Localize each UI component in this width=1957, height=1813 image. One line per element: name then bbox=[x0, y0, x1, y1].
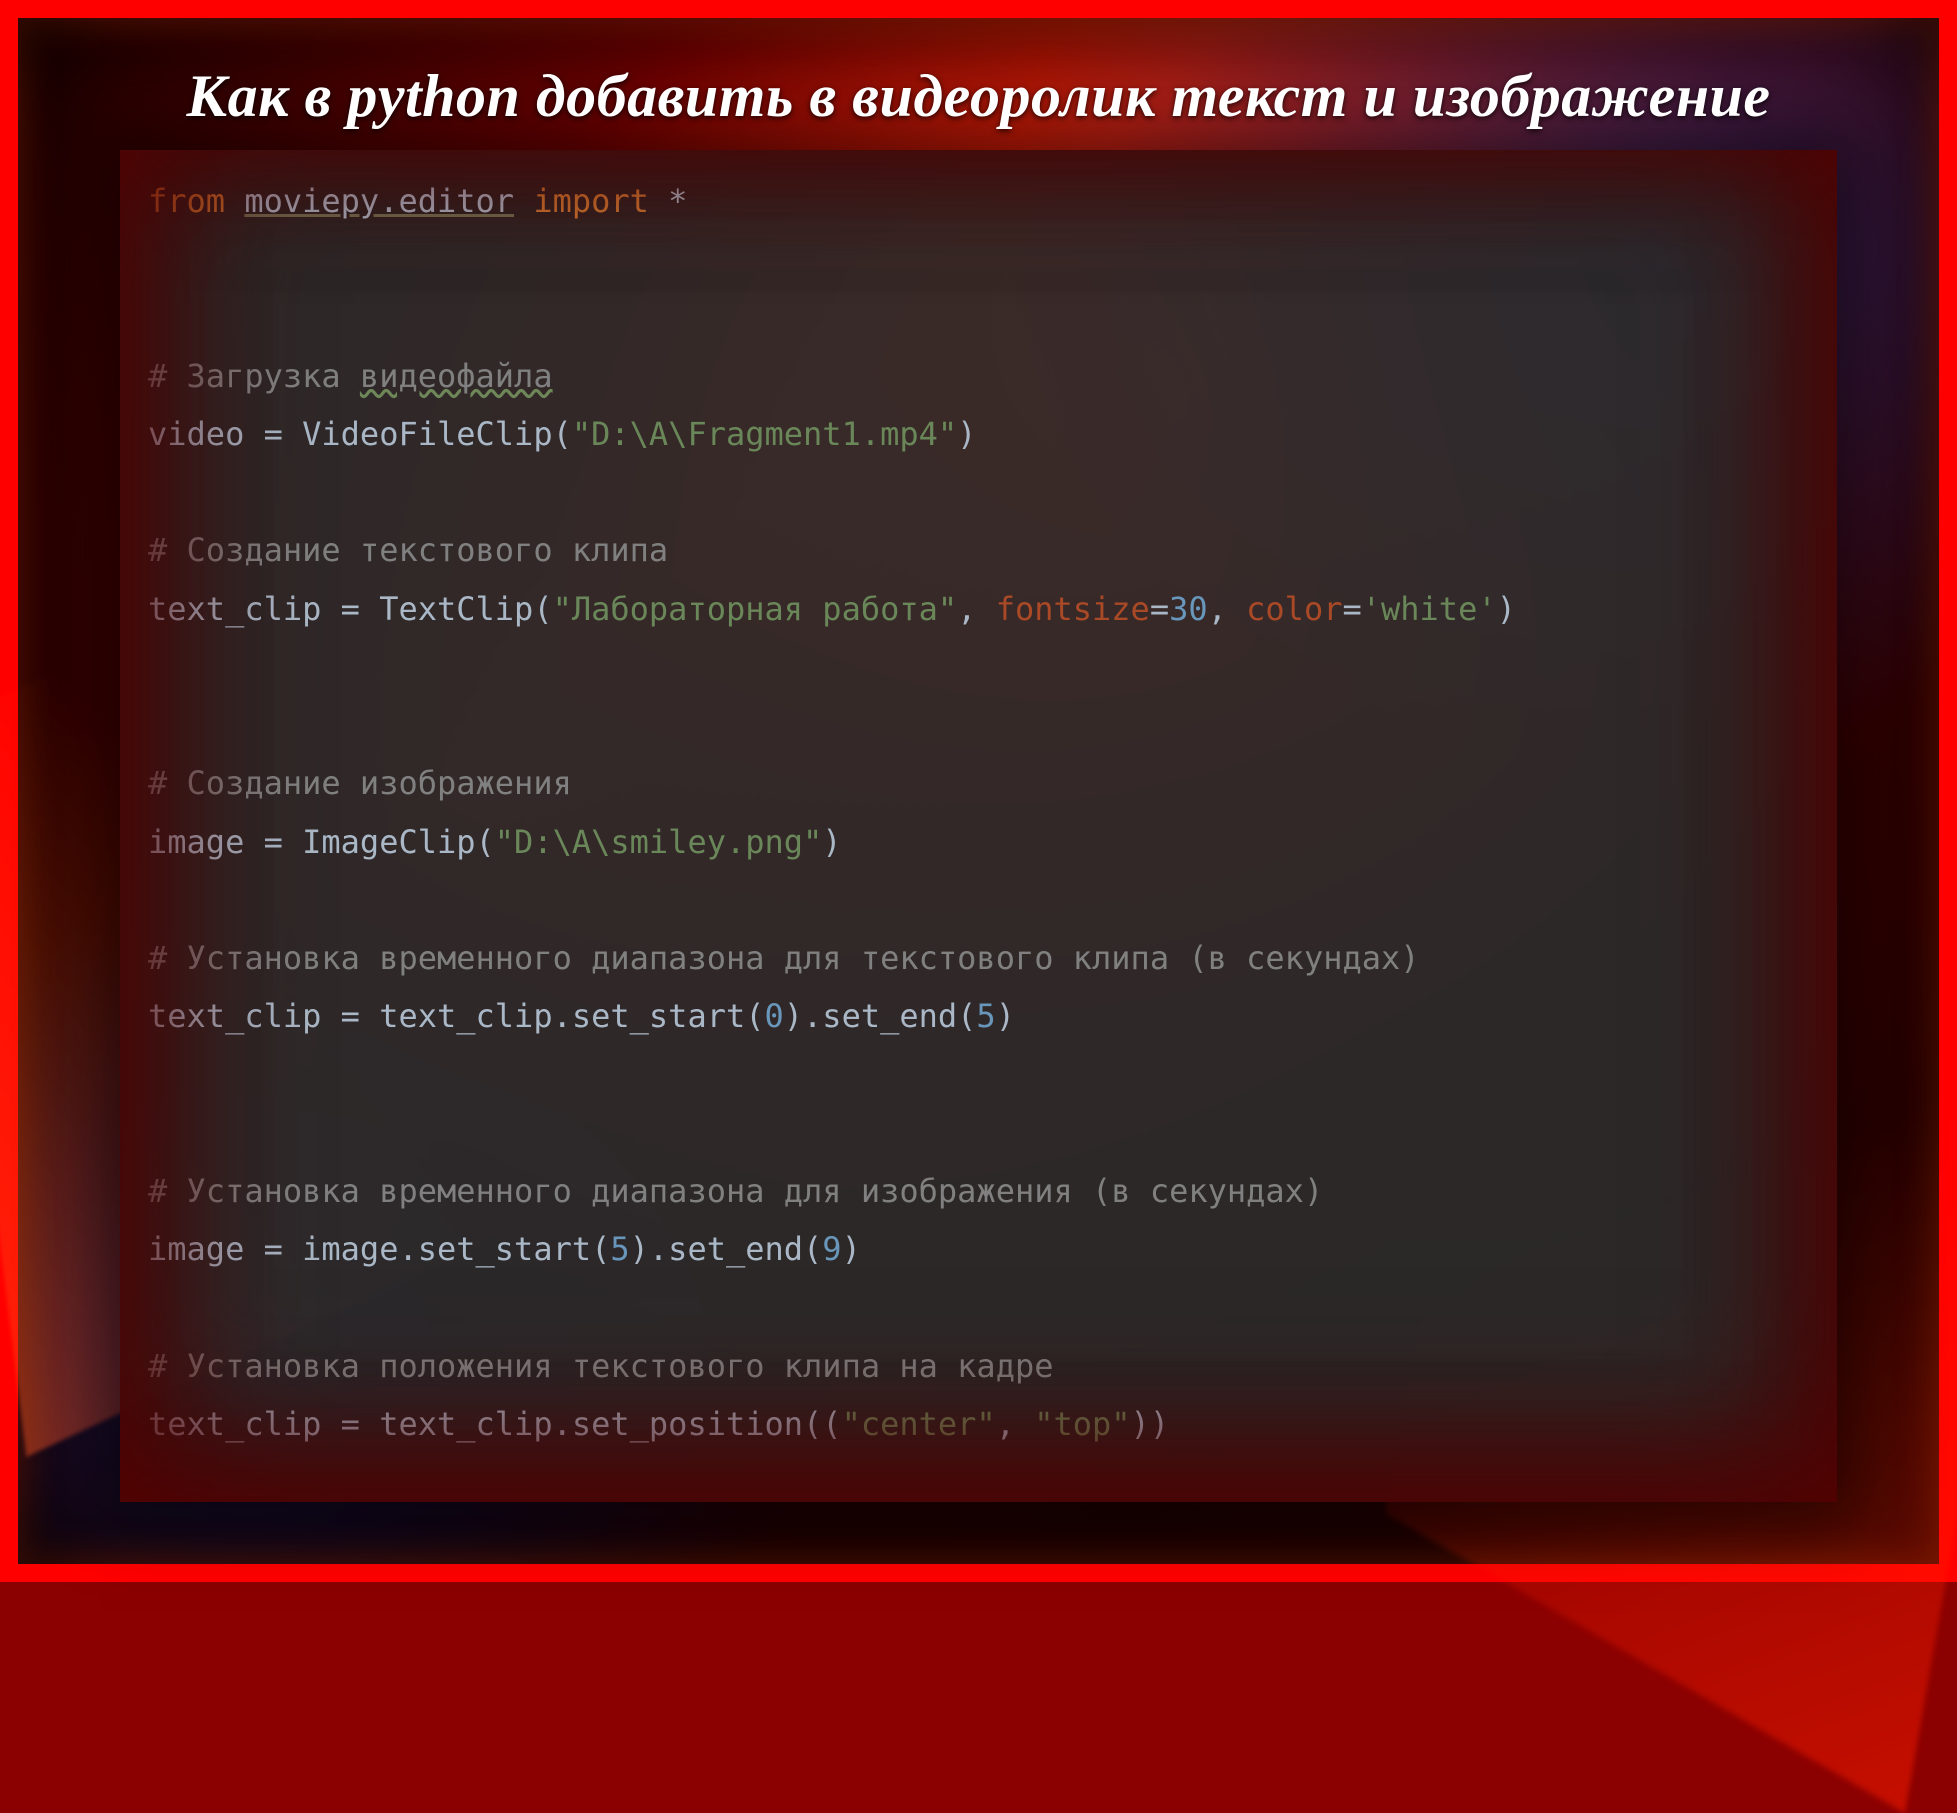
comma: , bbox=[957, 590, 996, 628]
eq-op: = bbox=[1150, 590, 1169, 628]
var-textclip: text_clip bbox=[148, 590, 321, 628]
kwarg-color: color bbox=[1246, 590, 1342, 628]
comment-text-range: # Установка временного диапазона для тек… bbox=[148, 939, 1420, 977]
paren-close: ) bbox=[1497, 590, 1516, 628]
paren-close: ) bbox=[957, 415, 976, 453]
comment-position: # Установка положения текстового клипа н… bbox=[148, 1347, 1053, 1385]
comment-image: # Создание изображения bbox=[148, 764, 572, 802]
comment-load: # Загрузка видеофайла bbox=[148, 357, 553, 395]
assign-op: = bbox=[244, 415, 302, 453]
call-videofileclip: VideoFileClip( bbox=[302, 415, 572, 453]
str-top: "top" bbox=[1034, 1405, 1130, 1443]
kwarg-fontsize: fontsize bbox=[996, 590, 1150, 628]
module-name: moviepy.editor bbox=[244, 182, 514, 220]
comment-image-range: # Установка временного диапазона для изо… bbox=[148, 1172, 1323, 1210]
paren-close: ) bbox=[822, 823, 841, 861]
code-block[interactable]: from moviepy.editor import * # Загрузка … bbox=[148, 172, 1809, 1453]
assign-op: = bbox=[244, 1230, 302, 1268]
var-image2: image bbox=[148, 1230, 244, 1268]
var-textclip3: text_clip bbox=[148, 1405, 321, 1443]
comma: , bbox=[1208, 590, 1247, 628]
eq-op: = bbox=[1342, 590, 1361, 628]
call-setposition: text_clip.set_position(( bbox=[379, 1405, 841, 1443]
call-setstart2: image.set_start( bbox=[302, 1230, 610, 1268]
comment-wavy: видеофайла bbox=[360, 357, 553, 395]
str-label: "Лабораторная работа" bbox=[553, 590, 958, 628]
num-30: 30 bbox=[1169, 590, 1208, 628]
paren-close: ) bbox=[996, 997, 1015, 1035]
assign-op: = bbox=[244, 823, 302, 861]
comment-textclip: # Создание текстового клипа bbox=[148, 531, 668, 569]
page-title: Как в python добавить в видеоролик текст… bbox=[0, 62, 1957, 131]
var-video: video bbox=[148, 415, 244, 453]
var-image: image bbox=[148, 823, 244, 861]
call-textclip: TextClip( bbox=[379, 590, 552, 628]
assign-op: = bbox=[321, 997, 379, 1035]
str-center: "center" bbox=[842, 1405, 996, 1443]
code-editor[interactable]: from moviepy.editor import * # Загрузка … bbox=[120, 150, 1837, 1502]
call-imageclip: ImageClip( bbox=[302, 823, 495, 861]
comment-text: # Загрузка bbox=[148, 357, 360, 395]
call-setstart: text_clip.set_start( bbox=[379, 997, 764, 1035]
num-9: 9 bbox=[822, 1230, 841, 1268]
assign-op: = bbox=[321, 590, 379, 628]
var-textclip2: text_clip bbox=[148, 997, 321, 1035]
call-setend: ).set_end( bbox=[784, 997, 977, 1035]
kw-from: from bbox=[148, 182, 225, 220]
str-imgpath: "D:\A\smiley.png" bbox=[495, 823, 823, 861]
str-videopath: "D:\A\Fragment1.mp4" bbox=[572, 415, 957, 453]
num-5: 5 bbox=[976, 997, 995, 1035]
assign-op: = bbox=[321, 1405, 379, 1443]
paren-close: )) bbox=[1131, 1405, 1170, 1443]
num-5b: 5 bbox=[610, 1230, 629, 1268]
paren-close: ) bbox=[842, 1230, 861, 1268]
star-import: * bbox=[668, 182, 687, 220]
call-setend2: ).set_end( bbox=[630, 1230, 823, 1268]
comma: , bbox=[996, 1405, 1035, 1443]
str-white: 'white' bbox=[1362, 590, 1497, 628]
num-0: 0 bbox=[765, 997, 784, 1035]
kw-import: import bbox=[533, 182, 649, 220]
